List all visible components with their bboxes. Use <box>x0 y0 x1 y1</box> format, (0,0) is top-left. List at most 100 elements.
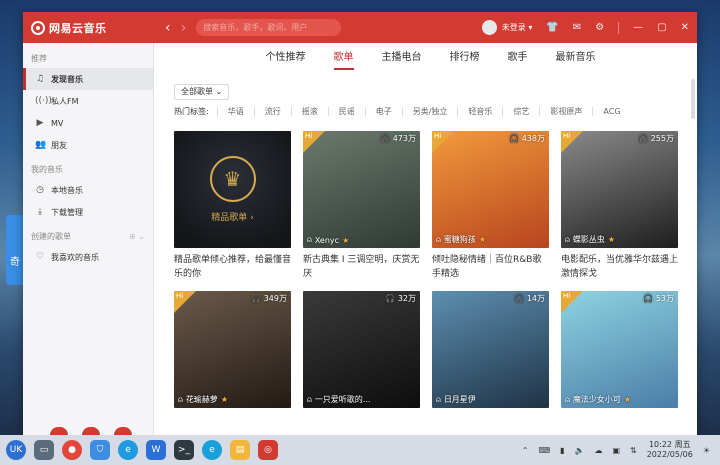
playlist-card[interactable]: Hi 🎧 53万 ⍝ 魔法少女小可 ★ <box>561 291 678 408</box>
desktop-side-widget[interactable]: 奇 <box>6 215 24 285</box>
store-icon[interactable]: ⛉ <box>90 440 110 460</box>
playlist-cover[interactable]: ♛ 精品歌单 › <box>174 131 291 248</box>
app-logo[interactable]: 网易云音乐 <box>31 20 151 36</box>
writer-icon[interactable]: W <box>146 440 166 460</box>
edge-icon[interactable]: e <box>202 440 222 460</box>
playlist-title[interactable]: 电影配乐，当优雅华尔兹遇上激情探戈 <box>561 253 678 281</box>
start-icon[interactable]: UK <box>6 440 26 460</box>
playlist-card[interactable]: 🎧 14万 ⍝ 日月星伊 <box>432 291 549 408</box>
tag-item[interactable]: 华语 <box>216 107 254 116</box>
search-box[interactable] <box>196 19 342 36</box>
tag-item[interactable]: 民谣 <box>327 107 365 116</box>
netease-music-icon[interactable]: ◎ <box>258 440 278 460</box>
playlist-card[interactable]: Hi 🎧 438万 ⍝ 蜜糖狗孩 ★ 倾吐隐秘情绪｜百位R&B歌手精选 <box>432 131 549 281</box>
tab-new-music[interactable]: 最新音乐 <box>556 43 596 73</box>
scrollbar[interactable] <box>691 79 695 119</box>
creator-name[interactable]: Xenyc <box>315 236 339 245</box>
close-icon[interactable]: ✕ <box>681 22 689 33</box>
user-login[interactable]: 未登录 ▾ <box>481 20 533 35</box>
tab-charts[interactable]: 排行榜 <box>450 43 480 73</box>
terminal-icon[interactable]: >_ <box>174 440 194 460</box>
playlist-card[interactable]: Hi 🎧 349万 ⍝ 花瑜赫萝 ★ <box>174 291 291 408</box>
tag-item[interactable]: 轻音乐 <box>457 107 502 116</box>
sidebar-item-liked-music[interactable]: ♡ 我喜欢的音乐 <box>23 246 153 268</box>
playlist-title[interactable]: 新古典集 I 三调空明，庆赏无厌 <box>303 253 420 281</box>
keyboard-icon[interactable]: ⌨ <box>539 446 551 455</box>
creator[interactable]: ⍝ 日月星伊 <box>436 394 476 405</box>
tab-artists[interactable]: 歌手 <box>508 43 528 73</box>
files-icon[interactable]: ▭ <box>34 440 54 460</box>
sidebar-item-friends[interactable]: 👥 朋友 <box>23 134 153 156</box>
creator-name[interactable]: 魔法少女小可 <box>573 394 621 405</box>
playlist-card[interactable]: 🎧 32万 ⍝ 一只爱听歌的... <box>303 291 420 408</box>
search-input[interactable] <box>203 23 324 32</box>
heart-icon: ♡ <box>35 252 45 262</box>
tray-expand-icon[interactable]: ⌃ <box>522 446 529 455</box>
tag-item[interactable]: ACG <box>592 107 630 116</box>
quality-badge-icon: Hi <box>563 132 571 140</box>
sidebar-item-discover[interactable]: ♫ 发现音乐 <box>23 68 153 90</box>
record-icon[interactable]: ● <box>62 440 82 460</box>
tab-playlists[interactable]: 歌单 <box>333 43 354 73</box>
sidebar-item-local-music[interactable]: ◷ 本地音乐 <box>23 179 153 201</box>
tag-item[interactable]: 综艺 <box>502 107 539 116</box>
play-count-value: 255万 <box>650 134 674 143</box>
playlist-cover[interactable]: Hi 🎧 473万 ⍝ Xenyc ★ <box>303 131 420 248</box>
clock[interactable]: 10:22 周五 2022/05/06 <box>647 440 693 460</box>
prev-control[interactable] <box>50 427 68 435</box>
creator[interactable]: ⍝ 魔法少女小可 ★ <box>565 394 631 405</box>
sidebar-item-downloads[interactable]: ⤓ 下载管理 <box>23 201 153 223</box>
playlist-title[interactable]: 倾吐隐秘情绪｜百位R&B歌手精选 <box>432 253 549 281</box>
battery-icon[interactable]: ▮ <box>560 446 564 455</box>
back-icon[interactable]: ‹ <box>165 20 171 36</box>
tag-item[interactable]: 摇滚 <box>290 107 328 116</box>
avatar[interactable] <box>481 20 497 35</box>
sidebar-item-mv[interactable]: ▶ MV <box>23 112 153 134</box>
volume-icon[interactable]: 🔈 <box>574 446 584 455</box>
creator-name[interactable]: 蜜糖狗孩 <box>444 234 476 245</box>
playlist-card[interactable]: Hi 🎧 255万 ⍝ 蝶影丛虫 ★ 电影配乐，当优雅华尔兹遇上激情探戈 <box>561 131 678 281</box>
playlist-cover[interactable]: Hi 🎧 53万 ⍝ 魔法少女小可 ★ <box>561 291 678 408</box>
maximize-icon[interactable]: ▢ <box>657 22 666 33</box>
playlist-cover[interactable]: Hi 🎧 255万 ⍝ 蝶影丛虫 ★ <box>561 131 678 248</box>
creator[interactable]: ⍝ 蜜糖狗孩 ★ <box>436 234 486 245</box>
creator-name[interactable]: 花瑜赫萝 <box>186 394 218 405</box>
playlist-cover[interactable]: 🎧 14万 ⍝ 日月星伊 <box>432 291 549 408</box>
tab-personal[interactable]: 个性推荐 <box>266 43 306 73</box>
notification-icon[interactable]: ▣ <box>612 446 620 455</box>
playlist-title[interactable]: 精品歌单倾心推荐，给最懂音乐的你 <box>174 253 291 281</box>
minimize-icon[interactable]: — <box>633 22 643 33</box>
tag-item[interactable]: 影视原声 <box>539 107 592 116</box>
folder-icon[interactable]: ▤ <box>230 440 250 460</box>
add-playlist-icon[interactable]: ⊕ ⌄ <box>129 232 145 241</box>
browser-icon[interactable]: e <box>118 440 138 460</box>
creator[interactable]: ⍝ Xenyc ★ <box>307 235 349 245</box>
mail-icon[interactable]: ✉ <box>573 22 581 33</box>
next-control[interactable] <box>114 427 132 435</box>
gear-icon[interactable]: ⚙ <box>595 22 604 33</box>
login-label[interactable]: 未登录 ▾ <box>502 22 533 33</box>
weather-icon[interactable]: ☀ <box>703 446 710 455</box>
playlist-cover[interactable]: 🎧 32万 ⍝ 一只爱听歌的... <box>303 291 420 408</box>
shirt-icon[interactable]: 👕 <box>546 22 558 33</box>
network-icon[interactable]: ⇅ <box>630 446 637 455</box>
playlist-card-premium[interactable]: ♛ 精品歌单 › 精品歌单倾心推荐，给最懂音乐的你 <box>174 131 291 281</box>
play-control[interactable] <box>82 427 100 435</box>
sidebar-item-fm[interactable]: ((·)) 私人FM <box>23 90 153 112</box>
playlist-cover[interactable]: Hi 🎧 349万 ⍝ 花瑜赫萝 ★ <box>174 291 291 408</box>
tab-radio[interactable]: 主播电台 <box>382 43 422 73</box>
playlist-cover[interactable]: Hi 🎧 438万 ⍝ 蜜糖狗孩 ★ <box>432 131 549 248</box>
creator[interactable]: ⍝ 蝶影丛虫 ★ <box>565 234 615 245</box>
cloud-icon[interactable]: ☁ <box>594 446 602 455</box>
creator-name[interactable]: 蝶影丛虫 <box>573 234 605 245</box>
tag-item[interactable]: 流行 <box>253 107 291 116</box>
creator-name[interactable]: 日月星伊 <box>444 394 476 405</box>
creator[interactable]: ⍝ 一只爱听歌的... <box>307 394 370 405</box>
playlist-card[interactable]: Hi 🎧 473万 ⍝ Xenyc ★ 新古典集 I 三调空明，庆赏无厌 <box>303 131 420 281</box>
forward-icon[interactable]: › <box>181 20 187 36</box>
tag-item[interactable]: 另类/独立 <box>401 107 458 116</box>
creator[interactable]: ⍝ 花瑜赫萝 ★ <box>178 394 228 405</box>
tag-item[interactable]: 电子 <box>364 107 402 116</box>
creator-name[interactable]: 一只爱听歌的... <box>315 394 371 405</box>
all-playlists-filter-button[interactable]: 全部歌单 ⌄ <box>174 84 230 100</box>
